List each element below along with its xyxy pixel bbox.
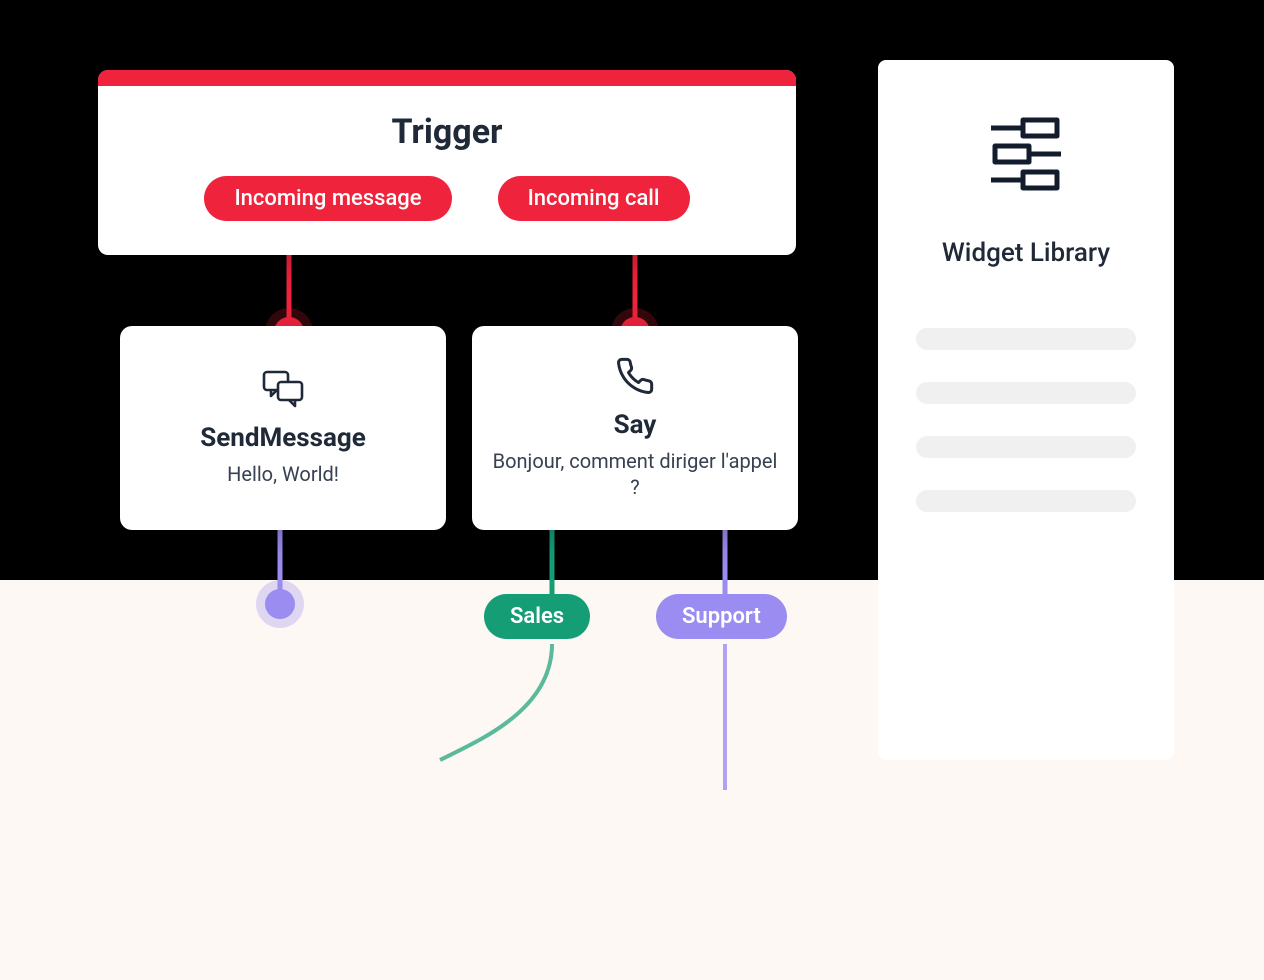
widget-send-message[interactable]: SendMessage Hello, World! (120, 326, 446, 530)
library-title: Widget Library (942, 238, 1110, 268)
widget-library-panel: Widget Library (878, 60, 1174, 760)
trigger-output-incoming-message[interactable]: Incoming message (204, 176, 451, 221)
library-item-placeholder[interactable] (916, 490, 1136, 512)
widget-body: Hello, World! (227, 461, 339, 487)
trigger-title: Trigger (98, 86, 796, 176)
widget-body: Bonjour, comment diriger l'appel ? (492, 448, 778, 500)
library-item-placeholder[interactable] (916, 382, 1136, 404)
library-icon (981, 114, 1071, 198)
library-item-placeholder[interactable] (916, 436, 1136, 458)
widget-title: SendMessage (200, 423, 366, 453)
trigger-card[interactable]: Trigger Incoming message Incoming call (98, 70, 796, 255)
trigger-output-incoming-call[interactable]: Incoming call (498, 176, 690, 221)
chat-icon (260, 369, 306, 413)
trigger-accent-bar (98, 70, 796, 86)
library-item-placeholder[interactable] (916, 328, 1136, 350)
trigger-outputs: Incoming message Incoming call (98, 176, 796, 255)
widget-title: Say (614, 410, 657, 440)
flow-canvas: Trigger Incoming message Incoming call S… (0, 0, 1264, 895)
widget-say[interactable]: Say Bonjour, comment diriger l'appel ? (472, 326, 798, 530)
phone-icon (615, 356, 655, 400)
branch-support[interactable]: Support (656, 594, 787, 639)
branch-sales[interactable]: Sales (484, 594, 590, 639)
